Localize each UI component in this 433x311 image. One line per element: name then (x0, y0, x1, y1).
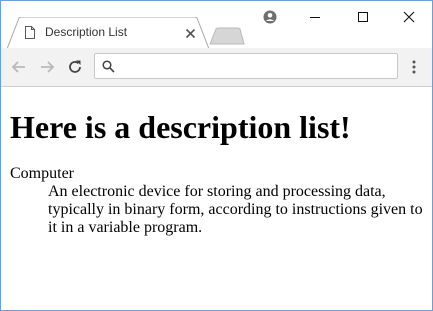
description-term: Computer (10, 165, 74, 182)
address-bar[interactable] (94, 53, 398, 79)
search-icon (102, 60, 115, 73)
description-definition: An electronic device for storing and pro… (48, 183, 423, 236)
document-icon (25, 26, 35, 39)
menu-button[interactable] (407, 58, 421, 76)
tab-title: Description List (45, 25, 128, 39)
tab-description-list[interactable]: Description List (7, 17, 209, 49)
close-icon (403, 11, 415, 23)
maximize-button[interactable] (349, 5, 377, 27)
maximize-icon (358, 12, 368, 22)
forward-button[interactable] (38, 58, 56, 76)
forward-arrow-icon (41, 61, 55, 73)
back-button[interactable] (10, 58, 28, 76)
minimize-button[interactable] (301, 5, 329, 27)
page-heading: Here is a description list! (10, 109, 351, 145)
close-window-button[interactable] (395, 5, 423, 27)
minimize-icon (310, 17, 320, 18)
new-tab-button[interactable] (209, 27, 245, 45)
description-list: Computer An electronic device for storin… (10, 165, 425, 237)
browser-toolbar (1, 48, 432, 87)
reload-button[interactable] (66, 58, 84, 76)
back-arrow-icon (11, 61, 25, 73)
tab-close-icon[interactable] (185, 26, 196, 39)
profile-icon[interactable] (256, 5, 284, 27)
more-vertical-icon (412, 60, 416, 74)
address-input[interactable] (121, 57, 391, 75)
reload-icon (69, 60, 81, 73)
page-content: Here is a description list! Computer An … (1, 87, 432, 310)
tab-strip: Description List (1, 1, 432, 49)
browser-window: Description List Here is a description l… (0, 0, 433, 311)
